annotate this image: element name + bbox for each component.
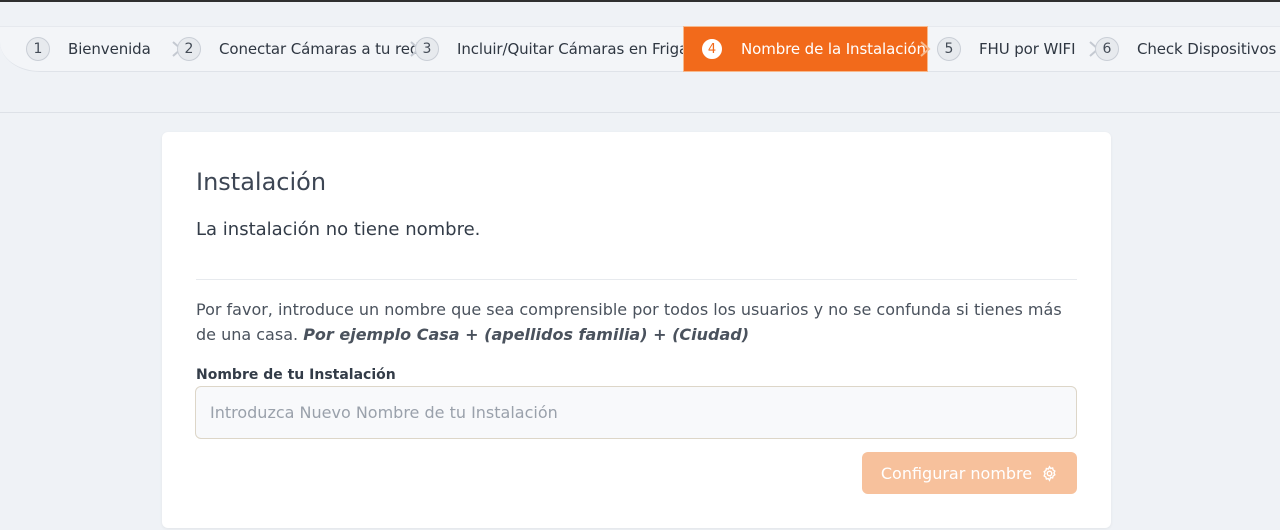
card-divider	[196, 279, 1077, 280]
step-label: Check Dispositivos	[1137, 40, 1277, 58]
card-title: Instalación	[196, 168, 327, 196]
step-number: 3	[415, 37, 439, 61]
step-fhu-wifi[interactable]: 5 FHU por WIFI	[937, 26, 1076, 72]
top-border	[0, 0, 1280, 2]
step-label: Incluir/Quitar Cámaras en Frigate	[457, 40, 704, 58]
step-conectar-camaras[interactable]: 2 Conectar Cámaras a tu red	[177, 26, 419, 72]
step-number: 2	[177, 37, 201, 61]
chevron-right-icon	[915, 39, 935, 59]
step-number: 6	[1095, 37, 1119, 61]
installation-name-input[interactable]	[195, 386, 1077, 439]
step-label: Bienvenida	[68, 40, 151, 58]
configure-name-button[interactable]: Configurar nombre	[862, 452, 1077, 494]
header-divider	[0, 112, 1280, 113]
gear-icon	[1041, 464, 1058, 482]
step-bienvenida[interactable]: 1 Bienvenida	[26, 26, 151, 72]
step-number: 5	[937, 37, 961, 61]
installation-name-label: Nombre de tu Instalación	[196, 367, 396, 383]
step-nombre-instalacion[interactable]: 4 Nombre de la Instalación	[683, 26, 928, 72]
step-number: 1	[26, 37, 50, 61]
card-subtitle: La instalación no tiene nombre.	[196, 219, 481, 240]
installation-card: Instalación La instalación no tiene nomb…	[162, 132, 1111, 528]
step-check-dispositivos[interactable]: 6 Check Dispositivos	[1095, 26, 1276, 72]
wizard-stepper: 1 Bienvenida 2 Conectar Cámaras a tu red…	[0, 26, 1280, 72]
card-description: Por favor, introduce un nombre que sea c…	[196, 297, 1086, 347]
step-label: Nombre de la Instalación	[741, 40, 926, 58]
step-number: 4	[702, 39, 722, 59]
step-label: FHU por WIFI	[979, 40, 1076, 58]
step-incluir-quitar-camaras[interactable]: 3 Incluir/Quitar Cámaras en Frigate	[415, 26, 703, 72]
step-label: Conectar Cámaras a tu red	[219, 40, 420, 58]
description-example: Por ejemplo Casa + (apellidos familia) +…	[303, 325, 750, 344]
configure-name-label: Configurar nombre	[880, 463, 1033, 483]
